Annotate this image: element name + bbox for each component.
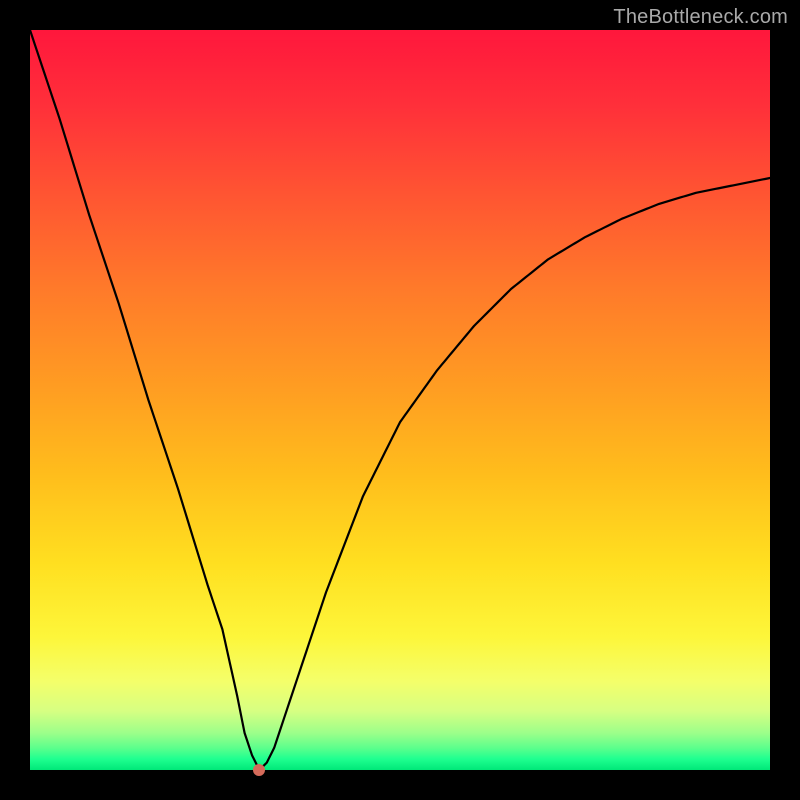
- chart-frame: TheBottleneck.com: [0, 0, 800, 800]
- watermark-text: TheBottleneck.com: [613, 6, 788, 29]
- plot-area: [30, 30, 770, 770]
- minimum-marker: [253, 764, 265, 776]
- bottleneck-curve: [30, 30, 770, 770]
- curve-svg: [30, 30, 770, 770]
